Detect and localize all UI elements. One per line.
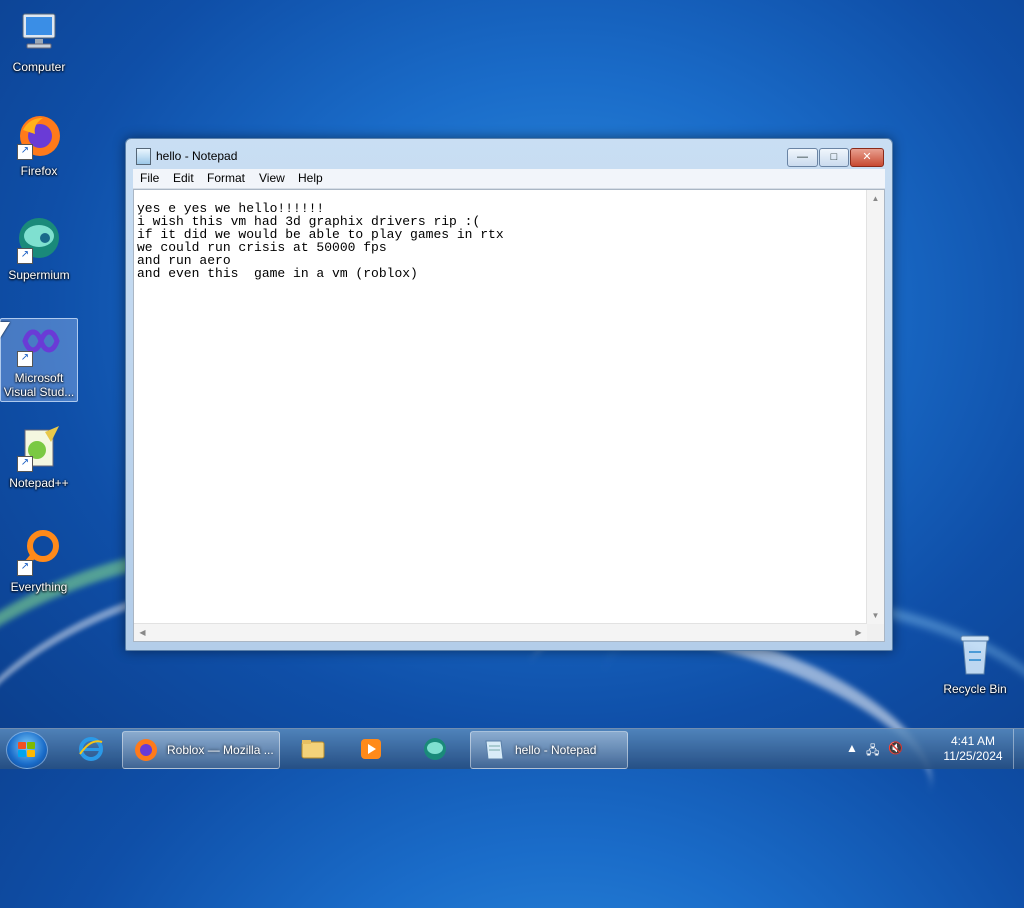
desktop-icon-visual-studio[interactable]: ↗ Microsoft Visual Stud...	[0, 318, 78, 402]
taskbar: Roblox — Mozilla ... hello - Notepad ▲ 🖧…	[0, 728, 1024, 769]
shortcut-arrow-icon: ↗	[17, 560, 33, 576]
horizontal-scrollbar[interactable]: ◀ ▶	[134, 623, 867, 641]
shortcut-arrow-icon: ↗	[17, 456, 33, 472]
taskbar-item-media-player[interactable]	[346, 731, 396, 767]
internet-explorer-icon	[78, 736, 104, 762]
window-title: hello - Notepad	[156, 149, 238, 163]
windows-logo-icon	[18, 742, 36, 758]
desktop-icon-label: Recycle Bin	[943, 682, 1007, 696]
clock[interactable]: 4:41 AM 11/25/2024	[930, 734, 1016, 764]
shortcut-arrow-icon: ↗	[17, 248, 33, 264]
show-hidden-icons-icon[interactable]: ▲	[846, 741, 858, 755]
desktop-icon-notepad-plus-plus[interactable]: ↗ Notepad++	[1, 424, 77, 490]
supermium-icon	[422, 736, 448, 762]
network-icon[interactable]: 🖧	[866, 741, 879, 762]
desktop-icon-label: Microsoft Visual Stud...	[3, 371, 75, 399]
firefox-icon	[133, 737, 159, 763]
desktop-icon-firefox[interactable]: ↗ Firefox	[1, 112, 77, 178]
scroll-down-icon[interactable]: ▼	[867, 607, 884, 624]
desktop-icon-label: Everything	[10, 580, 68, 594]
taskbar-item-file-explorer[interactable]	[288, 731, 338, 767]
resize-grip[interactable]	[867, 624, 884, 641]
window-titlebar[interactable]: hello - Notepad — □ ✕	[126, 139, 892, 169]
start-button[interactable]	[6, 731, 48, 769]
supermium-icon: ↗	[15, 216, 63, 264]
notepad-icon	[136, 148, 151, 165]
menu-file[interactable]: File	[140, 171, 159, 185]
text-content[interactable]: yes e yes we hello!!!!!! i wish this vm …	[137, 202, 864, 621]
menu-edit[interactable]: Edit	[173, 171, 194, 185]
taskbar-pinned-internet-explorer[interactable]	[68, 731, 114, 767]
desktop-icon-everything[interactable]: ↗ Everything	[1, 528, 77, 594]
taskbar-item-notepad[interactable]: hello - Notepad	[470, 731, 628, 769]
everything-icon: ↗	[15, 528, 63, 576]
menu-view[interactable]: View	[259, 171, 285, 185]
mouse-cursor-icon	[0, 322, 10, 338]
text-editor[interactable]: yes e yes we hello!!!!!! i wish this vm …	[133, 189, 885, 642]
close-button[interactable]: ✕	[850, 148, 884, 167]
desktop-icon-computer[interactable]: Computer	[1, 8, 77, 74]
desktop-icon-label: Supermium	[8, 268, 70, 282]
taskbar-item-supermium[interactable]	[410, 731, 462, 767]
minimize-button[interactable]: —	[787, 148, 818, 167]
computer-icon	[15, 8, 63, 56]
notepad-window[interactable]: hello - Notepad — □ ✕ File Edit Format V…	[125, 138, 893, 651]
desktop-icon-recycle-bin[interactable]: Recycle Bin	[937, 630, 1013, 696]
volume-muted-icon[interactable]: 🔇	[888, 741, 903, 755]
file-explorer-icon	[300, 736, 326, 762]
clock-time: 4:41 AM	[950, 734, 996, 748]
taskbar-item-firefox[interactable]: Roblox — Mozilla ...	[122, 731, 280, 769]
shortcut-arrow-icon: ↗	[17, 351, 33, 367]
scroll-up-icon[interactable]: ▲	[867, 190, 884, 207]
taskbar-item-label: hello - Notepad	[515, 743, 597, 757]
clock-date: 11/25/2024	[943, 749, 1003, 763]
desktop-icon-label: Notepad++	[9, 476, 69, 490]
media-player-icon	[358, 736, 384, 762]
scroll-left-icon[interactable]: ◀	[134, 624, 151, 641]
desktop-icon-label: Firefox	[20, 164, 58, 178]
desktop-icon-label: Computer	[12, 60, 66, 74]
recycle-bin-icon	[951, 630, 999, 678]
menu-format[interactable]: Format	[207, 171, 245, 185]
visual-studio-icon: ↗	[15, 319, 63, 367]
menu-bar: File Edit Format View Help	[133, 169, 885, 189]
show-desktop-button[interactable]	[1013, 729, 1024, 769]
menu-help[interactable]: Help	[298, 171, 323, 185]
desktop-icon-supermium[interactable]: ↗ Supermium	[1, 216, 77, 282]
shortcut-arrow-icon: ↗	[17, 144, 33, 160]
firefox-icon: ↗	[15, 112, 63, 160]
notepad-icon	[481, 737, 507, 763]
scroll-right-icon[interactable]: ▶	[850, 624, 867, 641]
vertical-scrollbar[interactable]: ▲ ▼	[866, 190, 884, 624]
maximize-button[interactable]: □	[819, 148, 849, 167]
taskbar-item-label: Roblox — Mozilla ...	[167, 743, 274, 757]
notepad-plus-plus-icon: ↗	[15, 424, 63, 472]
